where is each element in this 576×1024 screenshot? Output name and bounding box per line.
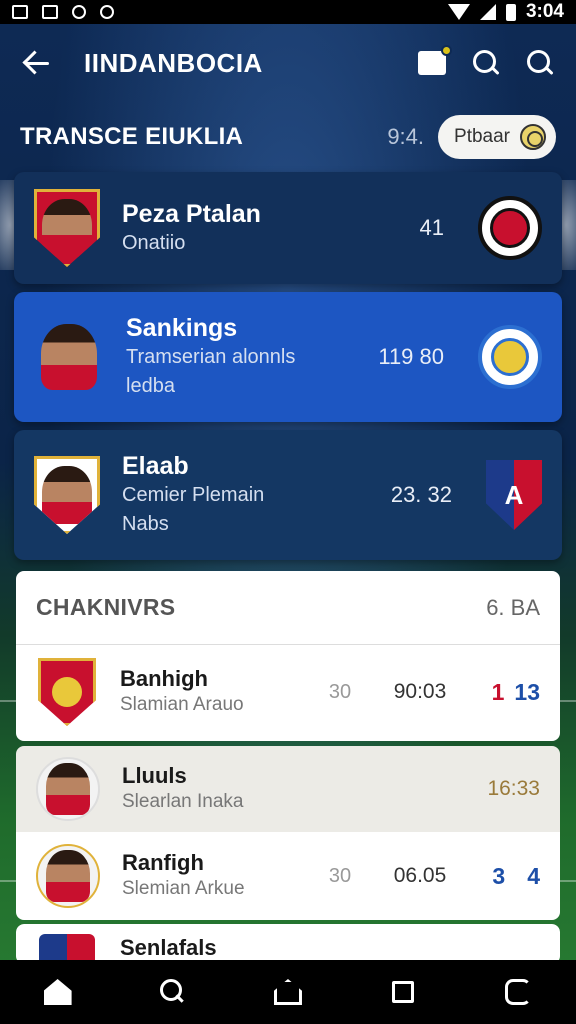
row-time: 16:33 bbox=[487, 777, 540, 800]
battery-icon bbox=[505, 3, 516, 21]
row-number: 30 bbox=[328, 680, 352, 703]
search-icon[interactable] bbox=[526, 49, 554, 77]
chat-notification-icon bbox=[100, 5, 114, 19]
section-meta: 9:4. bbox=[387, 124, 425, 149]
player-subtitle: Tramserian alonnls bbox=[126, 346, 296, 368]
player-photo bbox=[34, 316, 104, 398]
rankings-title: CHAKNIVRS bbox=[36, 594, 176, 620]
filter-pill-button[interactable]: Ptbaar bbox=[438, 115, 556, 159]
transfer-value: 119 80 bbox=[378, 344, 444, 369]
status-time: 3:04 bbox=[525, 1, 564, 22]
player-subtitle-secondary: Nabs bbox=[122, 513, 169, 535]
team-subtitle: Slamian Arauo bbox=[120, 694, 244, 716]
list-item[interactable]: Lluuls Slearlan Inaka 16:33 bbox=[16, 746, 560, 832]
player-avatar bbox=[36, 757, 100, 821]
search-icon[interactable] bbox=[158, 977, 188, 1007]
player-avatar bbox=[36, 844, 100, 908]
image-notification-icon bbox=[12, 5, 28, 19]
filter-pill-label: Ptbaar bbox=[454, 126, 510, 147]
list-item[interactable]: Ranfigh Slemian Arkue 30 06.05 34 bbox=[16, 832, 560, 920]
player-name: Sankings bbox=[126, 314, 238, 342]
player-name: Peza Ptalan bbox=[122, 199, 261, 228]
player-name: Elaab bbox=[122, 452, 189, 480]
transfer-value: 41 bbox=[419, 215, 444, 240]
section-title: TRANSCE EIUKLIA bbox=[20, 123, 244, 150]
score-home: 1 bbox=[491, 678, 505, 705]
image-notification-icon bbox=[42, 5, 58, 19]
home-outline-icon[interactable] bbox=[273, 977, 303, 1007]
blocked-notification-icon bbox=[72, 5, 86, 19]
square-icon[interactable] bbox=[388, 977, 418, 1007]
notification-icon[interactable] bbox=[418, 45, 452, 75]
transfer-card[interactable]: Elaab Cemier Plemain Nabs 23. 32 A bbox=[14, 430, 562, 560]
home-icon[interactable] bbox=[43, 977, 73, 1007]
player-subtitle: Onatiio bbox=[122, 231, 186, 254]
row-score: 1 13 bbox=[470, 679, 540, 706]
club-logo bbox=[478, 196, 542, 260]
bottom-navigation bbox=[0, 960, 576, 1024]
player-photo bbox=[42, 199, 92, 257]
ball-icon bbox=[520, 124, 546, 150]
player-name: Senlafals bbox=[120, 935, 217, 960]
score-home: 3 bbox=[492, 862, 506, 889]
club-crest-icon bbox=[36, 656, 98, 728]
player-photo bbox=[42, 466, 92, 524]
score-away: 13 bbox=[514, 678, 540, 705]
transfer-card[interactable]: Sankings Tramserian alonnls ledba 119 80 bbox=[14, 292, 562, 422]
player-subtitle: Slemian Arkue bbox=[122, 878, 245, 900]
club-logo bbox=[478, 325, 542, 389]
search-icon[interactable] bbox=[472, 49, 500, 77]
player-subtitle: Cemier Plemain bbox=[122, 484, 265, 506]
list-item[interactable]: Senlafals bbox=[16, 924, 560, 964]
row-time: 06.05 bbox=[393, 864, 447, 887]
team-name: Banhigh bbox=[120, 665, 208, 691]
player-subtitle-secondary: ledba bbox=[126, 375, 175, 397]
status-bar: 3:04 bbox=[0, 0, 576, 24]
wifi-icon bbox=[447, 4, 470, 20]
section-header: TRANSCE EIUKLIA 9:4. Ptbaar bbox=[20, 112, 556, 162]
club-logo: A bbox=[486, 460, 542, 530]
transfer-card[interactable]: Peza Ptalan Onatiio 41 bbox=[14, 172, 562, 284]
row-time: 90:03 bbox=[393, 680, 447, 703]
score-away: 4 bbox=[527, 862, 540, 889]
row-score: 34 bbox=[470, 863, 540, 890]
swap-icon[interactable] bbox=[503, 977, 533, 1007]
player-name: Lluuls bbox=[122, 762, 187, 788]
app-title: IINDANBOCIA bbox=[84, 47, 263, 78]
app-bar: IINDANBOCIA bbox=[0, 24, 576, 102]
rankings-header: CHAKNIVRS 6. BA bbox=[16, 571, 560, 645]
transfer-value: 23. 32 bbox=[390, 482, 452, 507]
player-name: Ranfigh bbox=[122, 849, 204, 875]
club-crest-portrait bbox=[34, 189, 100, 267]
player-subtitle: Slearlan Inaka bbox=[122, 791, 244, 813]
back-arrow-icon[interactable] bbox=[22, 48, 52, 78]
rankings-meta: 6. BA bbox=[486, 594, 540, 620]
ranking-row[interactable]: Banhigh Slamian Arauo 30 90:03 1 13 bbox=[16, 645, 560, 739]
signal-icon bbox=[479, 4, 496, 20]
notification-dot bbox=[441, 45, 452, 56]
rankings-panel: CHAKNIVRS 6. BA Banhigh Slamian Arauo 30… bbox=[16, 571, 560, 741]
row-number: 30 bbox=[328, 864, 352, 887]
club-crest-portrait bbox=[34, 456, 100, 534]
